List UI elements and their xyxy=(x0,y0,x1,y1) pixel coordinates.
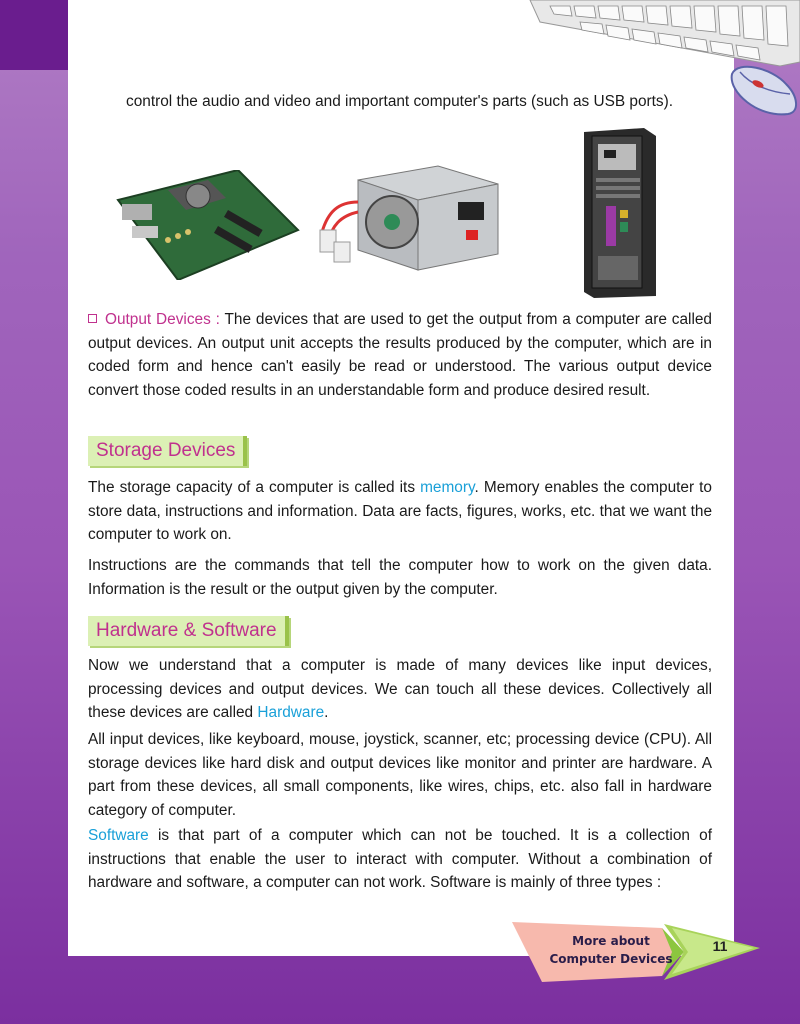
footer-line-1: More about xyxy=(572,934,650,948)
output-devices-paragraph: Output Devices : The devices that are us… xyxy=(88,308,712,402)
mouse-icon xyxy=(730,65,797,116)
storage-paragraph-1: The storage capacity of a computer is ca… xyxy=(88,476,712,547)
motherboard-image xyxy=(116,170,300,280)
corner-decoration xyxy=(0,0,70,70)
footer-line-2: Computer Devices xyxy=(549,952,673,966)
hardware-text-before: Now we understand that a computer is mad… xyxy=(88,657,712,721)
top-paragraph: control the audio and video and importan… xyxy=(126,93,674,110)
hardware-software-heading: Hardware & Software xyxy=(88,616,289,646)
output-devices-term: Output Devices : xyxy=(105,311,220,328)
storage-devices-heading: Storage Devices xyxy=(88,436,248,466)
footer-title: More about Computer Devices xyxy=(536,932,686,968)
cpu-back-image xyxy=(584,128,656,298)
hardware-text-after: . xyxy=(324,704,329,721)
hardware-paragraph-1: Now we understand that a computer is mad… xyxy=(88,654,712,725)
keyboard-icon xyxy=(529,0,800,67)
page-number: 11 xyxy=(712,938,728,954)
power-supply-image xyxy=(319,165,499,271)
memory-term: memory xyxy=(420,479,475,496)
software-paragraph: Software is that part of a computer whic… xyxy=(88,824,712,895)
checkbox-bullet-icon xyxy=(88,314,97,323)
software-text: is that part of a computer which can not… xyxy=(88,827,712,891)
storage-text-before: The storage capacity of a computer is ca… xyxy=(88,479,421,496)
software-term: Software xyxy=(88,827,149,844)
hardware-term: Hardware xyxy=(257,704,325,721)
storage-paragraph-2: Instructions are the commands that tell … xyxy=(88,557,712,598)
hardware-paragraph-2: All input devices, like keyboard, mouse,… xyxy=(88,731,712,819)
